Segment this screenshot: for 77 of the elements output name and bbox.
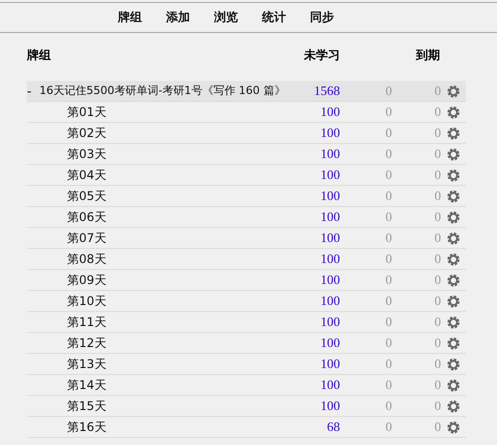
new-count: 100 [320,356,340,372]
new-count: 100 [320,335,340,351]
new-count: 100 [320,293,340,309]
due-count: 0 [434,335,441,351]
deck-name[interactable]: 第04天 [67,166,106,184]
column-header: 未学习 [303,46,340,64]
due-count: 0 [384,125,392,141]
deck-name[interactable]: 第01天 [67,104,106,120]
new-count: 100 [320,251,340,267]
nav-link[interactable]: 浏览 [214,9,238,26]
due-count: 0 [384,356,392,372]
deck-name[interactable]: 16天记住5500考研单词-考研1号《写作 160 篇》 [39,83,286,99]
due-count: 0 [434,293,441,309]
deck-name[interactable]: 第08天 [67,250,106,268]
deck-name[interactable]: 第06天 [67,208,106,226]
due-count: 0 [384,314,392,330]
due-count: 0 [434,314,441,330]
due-count: 0 [434,83,441,99]
due-count: 0 [384,419,392,435]
new-count: 100 [320,188,340,204]
due-count: 0 [434,167,441,183]
due-count: 0 [434,356,441,372]
column-header: 到期 [414,46,441,64]
due-count: 0 [434,125,441,141]
due-count: 0 [434,104,441,120]
due-count: 0 [384,83,392,99]
new-count: 100 [320,377,340,393]
due-count: 0 [434,419,441,435]
due-count: 0 [434,209,441,225]
new-count: 100 [320,104,340,120]
due-count: 0 [434,188,441,204]
deck-name[interactable]: 第07天 [67,230,106,246]
column-header: 牌组 [27,46,52,64]
deck-name[interactable]: 第12天 [67,334,106,352]
new-count: 100 [320,314,340,330]
new-count: 68 [326,419,340,435]
due-count: 0 [434,251,441,267]
new-count: 100 [320,167,340,183]
due-count: 0 [434,272,441,288]
deck-name[interactable]: 第09天 [67,272,106,288]
due-count: 0 [434,230,441,246]
due-count: 0 [384,188,392,204]
new-count: 1568 [313,83,340,99]
due-count: 0 [384,167,392,183]
due-count: 0 [384,209,392,225]
new-count: 100 [320,230,340,246]
due-count: 0 [434,398,441,414]
collapse-toggle[interactable]: - [27,83,32,99]
due-count: 0 [384,230,392,246]
due-count: 0 [434,146,441,162]
due-count: 0 [384,398,392,414]
due-count: 0 [384,146,392,162]
due-count: 0 [384,377,392,393]
due-count: 0 [384,293,392,309]
due-count: 0 [434,377,441,393]
new-count: 100 [320,125,340,141]
deck-name[interactable]: 第16天 [67,418,106,436]
deck-name[interactable]: 第02天 [67,124,106,142]
deck-name[interactable]: 第10天 [67,292,106,310]
deck-name[interactable]: 第13天 [67,356,106,372]
due-count: 0 [384,104,392,120]
deck-name[interactable]: 第05天 [67,188,106,204]
deck-name[interactable]: 第14天 [67,376,106,394]
due-count: 0 [384,251,392,267]
nav-link[interactable]: 添加 [166,9,190,26]
new-count: 100 [320,146,340,162]
nav-link[interactable]: 统计 [262,9,286,26]
deck-name[interactable]: 第03天 [67,146,106,162]
nav-link[interactable]: 同步 [310,9,334,26]
new-count: 100 [320,209,340,225]
new-count: 100 [320,272,340,288]
deck-name[interactable]: 第11天 [67,314,106,330]
nav-link[interactable]: 牌组 [118,9,142,26]
due-count: 0 [384,272,392,288]
deck-name[interactable]: 第15天 [67,398,106,414]
due-count: 0 [384,335,392,351]
new-count: 100 [320,398,340,414]
